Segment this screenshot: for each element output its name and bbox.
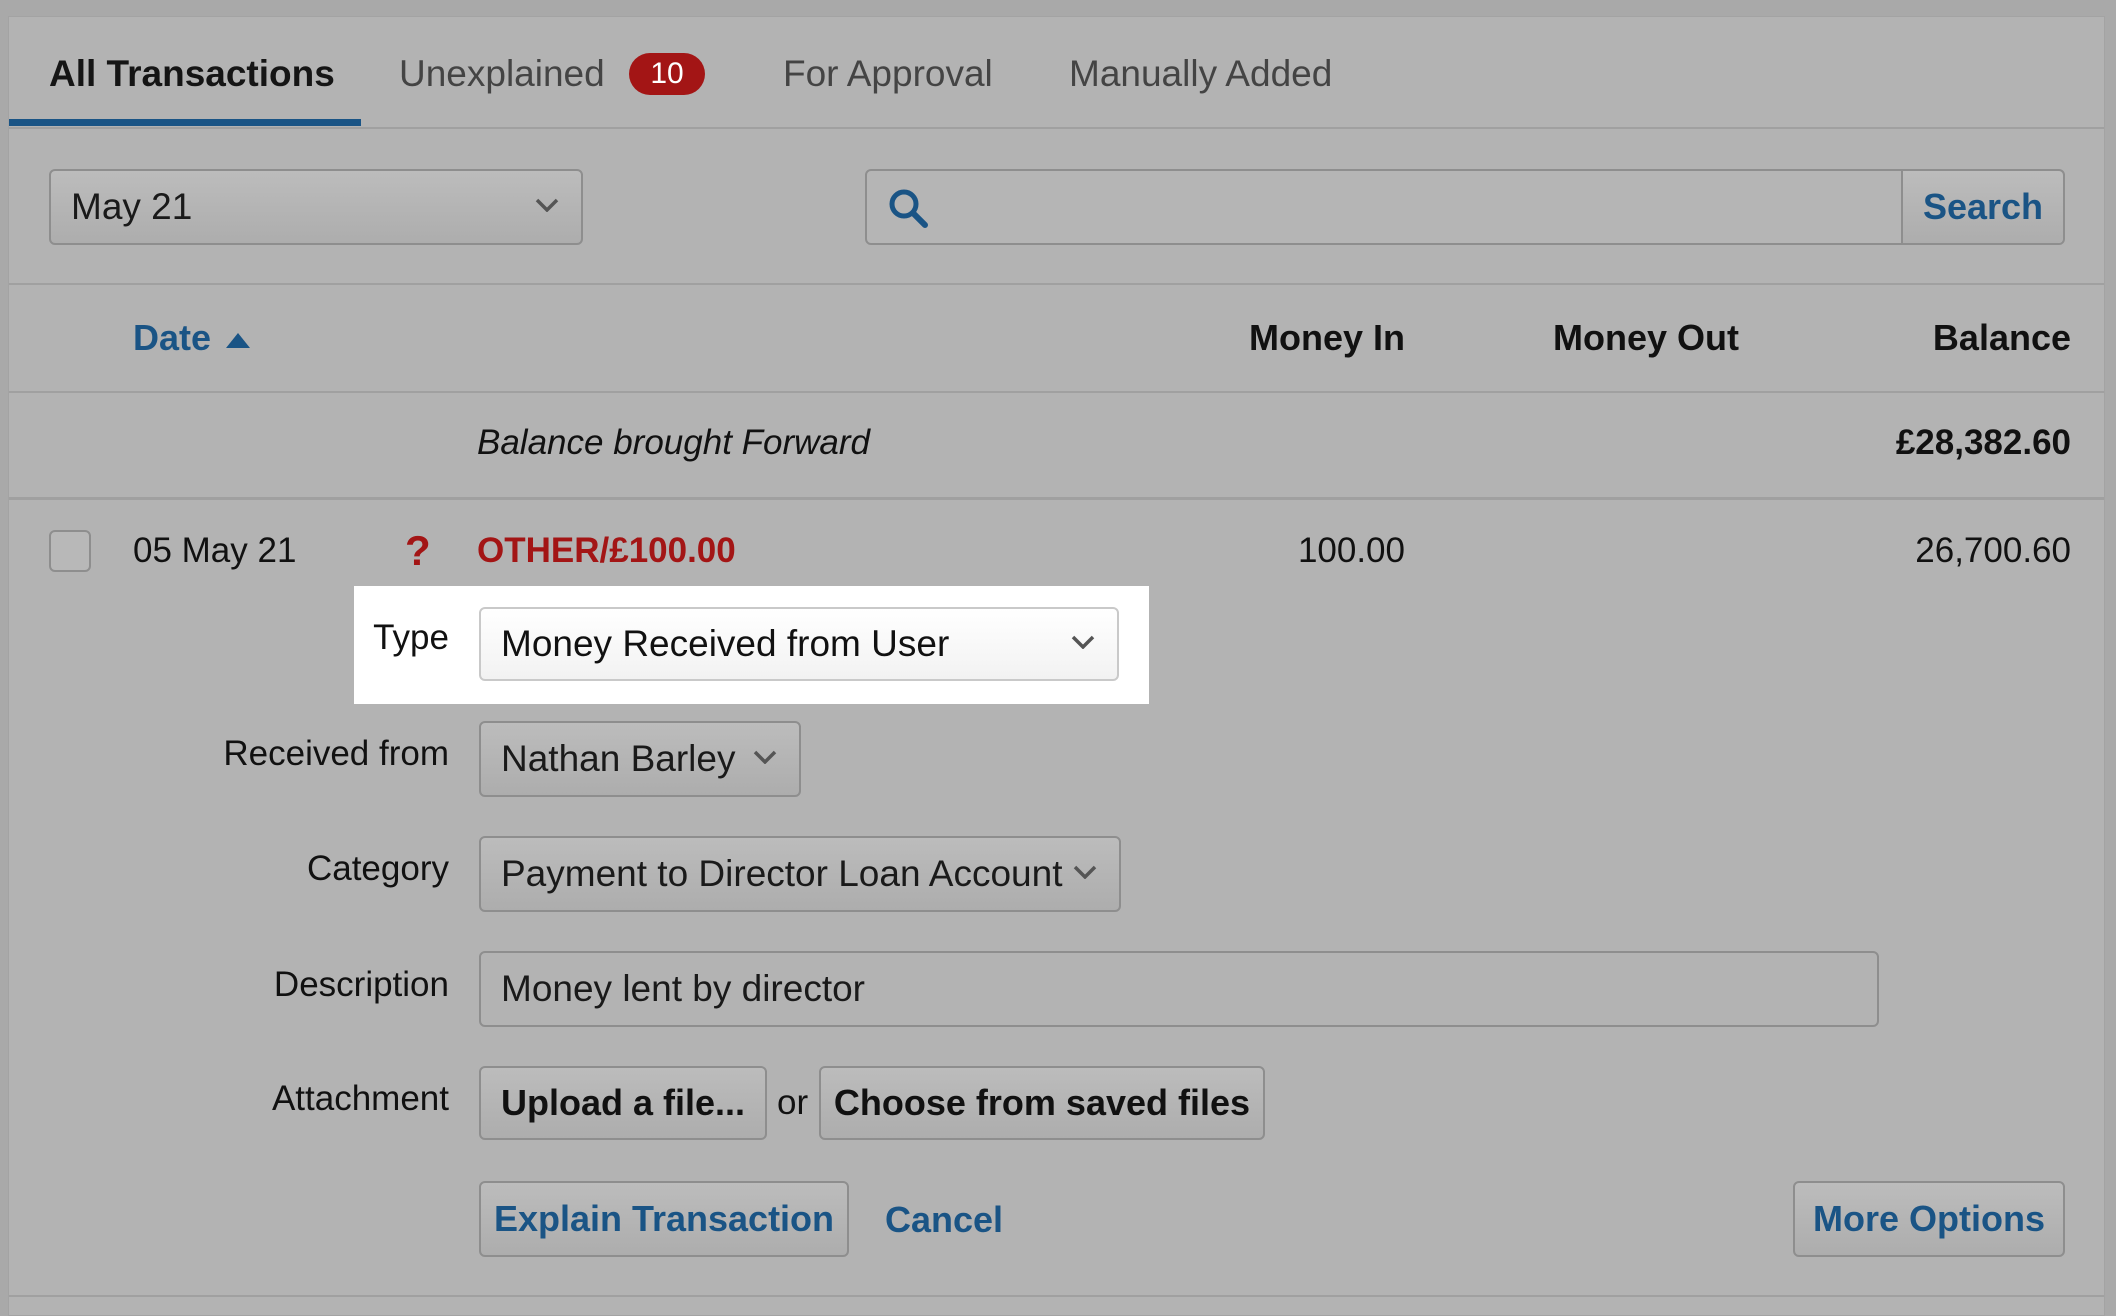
- category-value: Payment to Director Loan Account: [501, 853, 1063, 894]
- upload-file-button[interactable]: Upload a file...: [479, 1066, 767, 1140]
- type-label: Type: [373, 618, 449, 657]
- tab-bar: All Transactions Unexplained 10 For Appr…: [9, 17, 2104, 129]
- balance-forward-label: Balance brought Forward: [477, 423, 870, 462]
- category-label: Category: [306, 849, 449, 888]
- divider: [9, 1295, 2104, 1297]
- type-select[interactable]: Money Received from User: [479, 607, 1119, 681]
- choose-saved-files-button[interactable]: Choose from saved files: [819, 1066, 1265, 1140]
- transaction-money-in: 100.00: [1297, 531, 1405, 570]
- period-select[interactable]: May 21: [49, 169, 583, 245]
- money-in-column-header: Money In: [1248, 317, 1405, 358]
- active-tab-indicator: [9, 119, 361, 126]
- search-input[interactable]: Search: [865, 169, 2065, 245]
- received-from-select[interactable]: Nathan Barley: [479, 721, 801, 797]
- chevron-down-icon: [1073, 865, 1097, 879]
- tab-for-approval[interactable]: For Approval: [783, 53, 993, 95]
- received-from-label: Received from: [223, 734, 449, 773]
- transaction-date: 05 May 21: [133, 531, 297, 570]
- received-from-value: Nathan Barley: [501, 738, 736, 779]
- attachment-label: Attachment: [271, 1079, 449, 1118]
- more-options-button[interactable]: More Options: [1793, 1181, 2065, 1257]
- date-column-header[interactable]: Date: [133, 317, 251, 359]
- balance-forward-amount: £28,382.60: [1895, 423, 2071, 462]
- chevron-down-icon: [753, 750, 777, 764]
- transaction-description[interactable]: OTHER/£100.00: [477, 531, 736, 571]
- tab-unexplained[interactable]: Unexplained: [399, 53, 605, 95]
- date-column-label: Date: [133, 317, 212, 358]
- chevron-down-icon: [1071, 635, 1095, 649]
- period-select-value: May 21: [71, 186, 193, 227]
- description-input[interactable]: Money lent by director: [479, 951, 1879, 1027]
- sort-ascending-icon: [226, 333, 251, 349]
- explain-transaction-button[interactable]: Explain Transaction: [479, 1181, 849, 1257]
- or-text: or: [777, 1083, 809, 1122]
- tab-manually-added[interactable]: Manually Added: [1069, 53, 1332, 95]
- category-select[interactable]: Payment to Director Loan Account: [479, 836, 1121, 912]
- chevron-down-icon: [535, 198, 559, 212]
- divider: [9, 283, 2104, 285]
- cancel-link[interactable]: Cancel: [885, 1199, 1003, 1241]
- money-out-column-header: Money Out: [1553, 317, 1739, 358]
- type-select-value: Money Received from User: [501, 623, 950, 664]
- divider: [9, 497, 2104, 500]
- search-button[interactable]: Search: [1901, 171, 2063, 243]
- search-icon: [889, 189, 928, 228]
- unexplained-count-badge: 10: [629, 53, 705, 95]
- tab-all-transactions[interactable]: All Transactions: [49, 53, 335, 95]
- balance-column-header: Balance: [1932, 317, 2071, 358]
- divider: [9, 391, 2104, 393]
- row-checkbox[interactable]: [49, 530, 91, 572]
- unexplained-status-icon: ?: [405, 527, 431, 574]
- description-label: Description: [273, 965, 449, 1004]
- transaction-balance: 26,700.60: [1915, 531, 2071, 570]
- transactions-panel: All Transactions Unexplained 10 For Appr…: [8, 16, 2105, 1316]
